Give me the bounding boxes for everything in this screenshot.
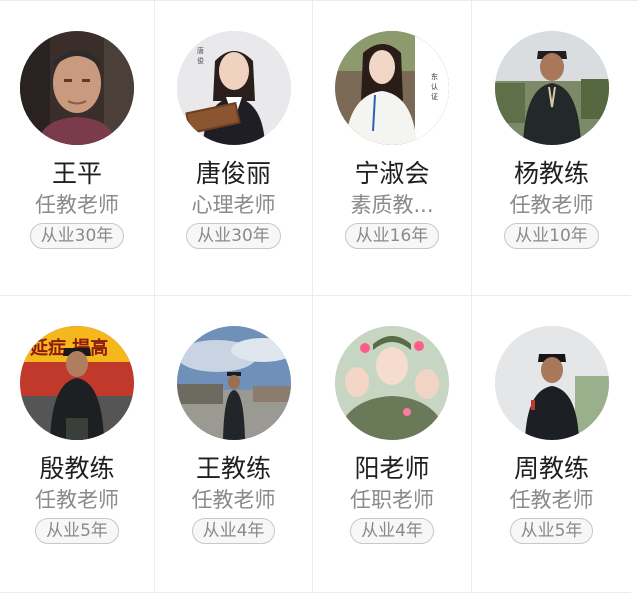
teacher-role: 任职老师 <box>350 488 434 512</box>
teacher-role: 任教老师 <box>35 193 119 217</box>
teacher-name: 周教练 <box>513 454 589 483</box>
svg-text:东: 东 <box>431 72 438 81</box>
experience-badge: 从业5年 <box>509 518 594 544</box>
teacher-card[interactable]: 东 认 证 宁淑会 素质教... 从业16年 <box>313 1 472 296</box>
teacher-role: 任教老师 <box>509 488 594 512</box>
teacher-card[interactable]: 杨教练 任教老师 从业10年 <box>472 1 631 296</box>
teacher-card[interactable]: 阳老师 任职老师 从业4年 <box>313 296 472 593</box>
experience-badge: 从业30年 <box>186 223 281 249</box>
teacher-avatar: 延症 提高 <box>20 326 134 440</box>
teacher-card[interactable]: 延症 提高 殷教练 任教老师 从业5年 <box>0 296 155 593</box>
teacher-name: 唐俊丽 <box>195 159 271 188</box>
teacher-avatar: 唐 俊 <box>176 31 291 145</box>
teacher-name: 王平 <box>51 159 102 188</box>
experience-badge: 从业10年 <box>504 223 599 249</box>
teacher-name: 殷教练 <box>39 454 115 483</box>
teacher-avatar <box>494 31 609 145</box>
teacher-role: 任教老师 <box>191 488 276 512</box>
teacher-role: 心理老师 <box>191 193 276 217</box>
teacher-avatar: 东 认 证 <box>335 31 449 145</box>
svg-text:俊: 俊 <box>197 56 204 65</box>
svg-text:证: 证 <box>431 93 438 101</box>
teacher-role: 任教老师 <box>509 193 594 217</box>
teacher-card[interactable]: 周教练 任教老师 从业5年 <box>472 296 631 593</box>
teacher-avatar <box>494 326 609 440</box>
experience-badge: 从业4年 <box>191 518 276 544</box>
experience-badge: 从业5年 <box>35 518 119 544</box>
teacher-avatar <box>20 31 134 145</box>
teacher-card[interactable]: 王教练 任教老师 从业4年 <box>155 296 313 593</box>
teacher-avatar <box>335 326 449 440</box>
teacher-grid: 王平 任教老师 从业30年 唐 俊 唐俊丽 心理老师 从业30年 东 认 证 宁… <box>0 0 638 593</box>
experience-badge: 从业30年 <box>29 223 125 249</box>
teacher-name: 杨教练 <box>513 159 589 188</box>
teacher-role: 素质教... <box>350 193 434 217</box>
svg-text:认: 认 <box>431 82 438 91</box>
svg-text:唐: 唐 <box>197 46 204 55</box>
experience-badge: 从业16年 <box>344 223 440 249</box>
teacher-name: 阳老师 <box>354 454 430 483</box>
teacher-card[interactable]: 王平 任教老师 从业30年 <box>0 1 155 296</box>
teacher-role: 任教老师 <box>35 488 119 512</box>
experience-badge: 从业4年 <box>350 518 434 544</box>
teacher-avatar <box>176 326 291 440</box>
teacher-card[interactable]: 唐 俊 唐俊丽 心理老师 从业30年 <box>155 1 313 296</box>
teacher-name: 宁淑会 <box>354 159 430 188</box>
teacher-name: 王教练 <box>195 454 271 483</box>
